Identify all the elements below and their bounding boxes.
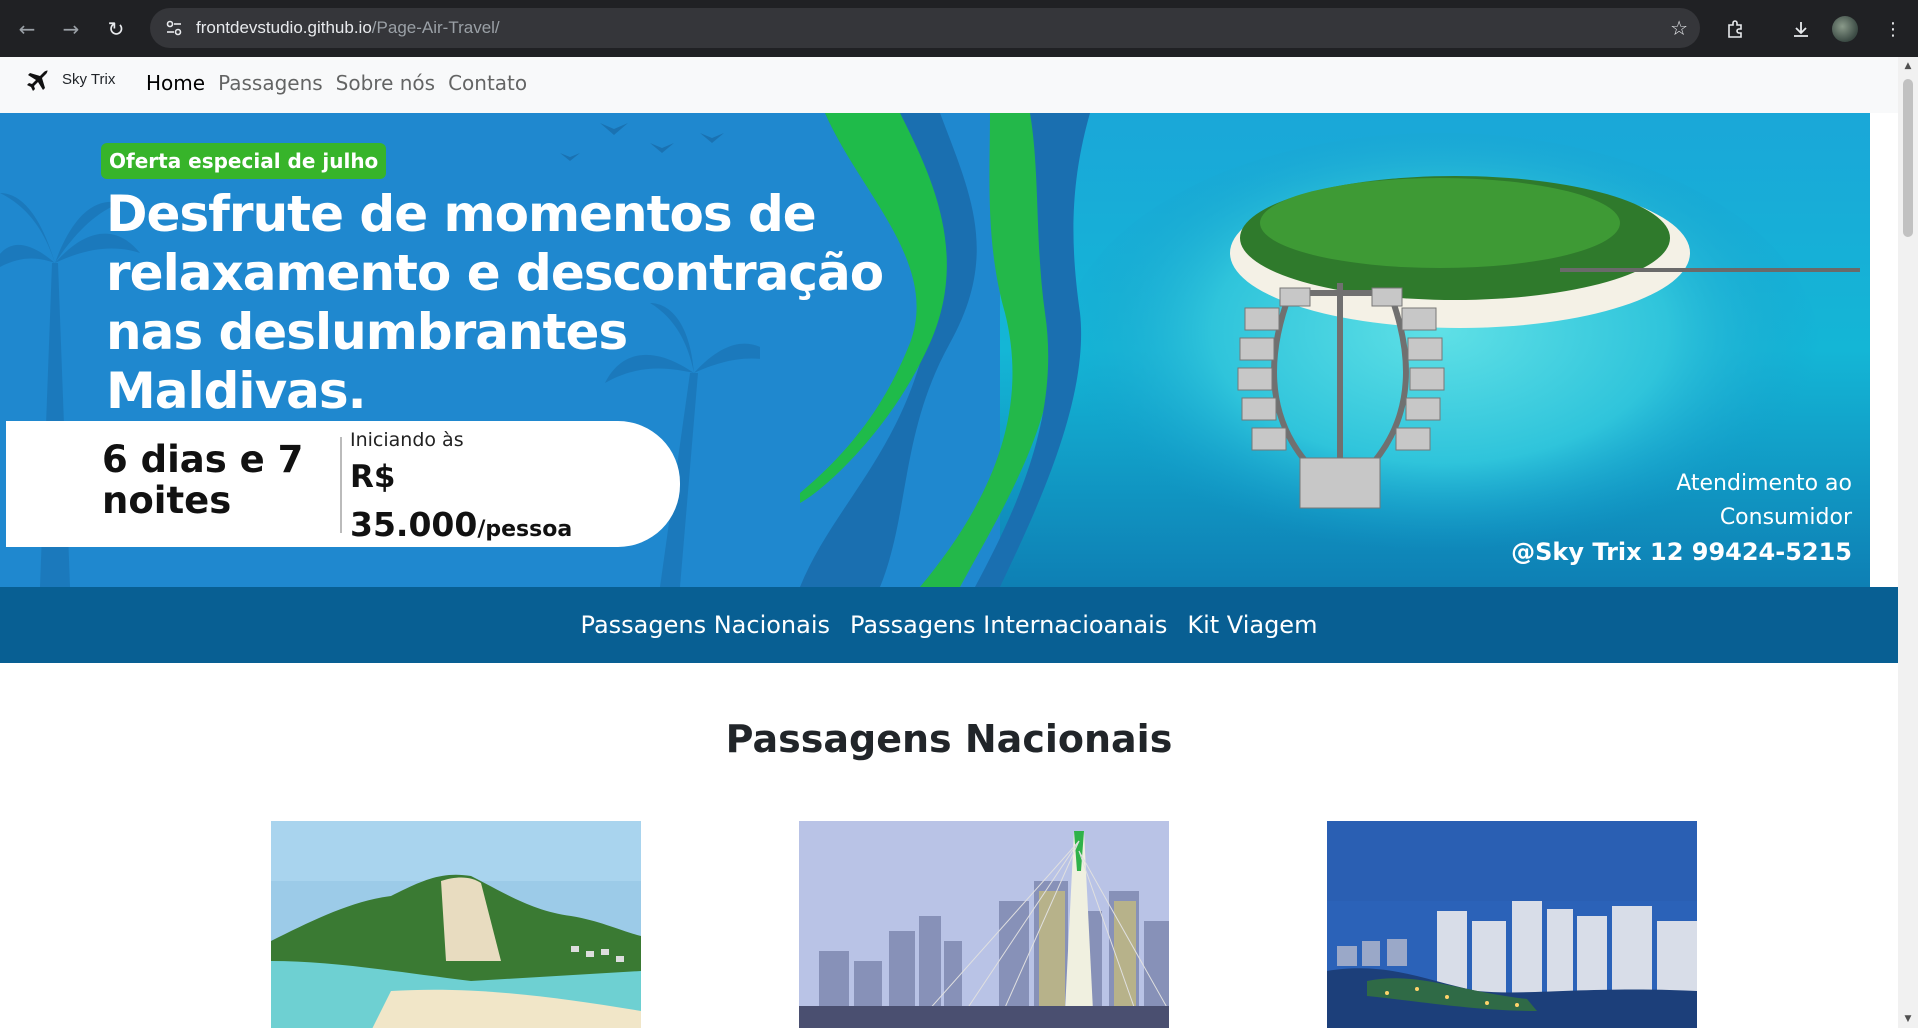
dune-beach-image [271, 821, 641, 1028]
contact-line-1: Atendimento ao [1676, 471, 1852, 496]
scroll-up-icon[interactable]: ▲ [1902, 61, 1914, 71]
brand[interactable]: Sky Trix [24, 67, 115, 95]
price-value: 35.000 [350, 505, 478, 544]
nav-contato[interactable]: Contato [448, 71, 527, 95]
destination-card-3[interactable] [1327, 821, 1697, 1028]
destination-card-1[interactable] [271, 821, 641, 1028]
address-bar[interactable]: frontdevstudio.github.io/Page-Air-Travel… [150, 8, 1700, 48]
sub-navigation: Passagens Nacionais Passagens Internacio… [0, 587, 1898, 663]
nav-links: Home Passagens Sobre nós Contato [146, 71, 527, 95]
url-host: frontdevstudio.github.io [196, 18, 372, 37]
section-title: Passagens Nacionais [725, 717, 1173, 761]
scroll-down-icon[interactable]: ▼ [1902, 1014, 1914, 1024]
brand-name: Sky Trix [62, 71, 116, 88]
currency-symbol: R$ [350, 459, 396, 495]
subnav-nacionais[interactable]: Passagens Nacionais [581, 611, 830, 639]
trip-duration: 6 dias e 7 noites [102, 438, 304, 522]
subnav-kit-viagem[interactable]: Kit Viagem [1187, 611, 1317, 639]
offer-badge: Oferta especial de julho [101, 143, 387, 179]
bookmark-star-icon[interactable]: ☆ [1670, 16, 1688, 40]
contact-handle: @Sky Trix 12 99424-5215 [1511, 538, 1852, 566]
contact-line-2: Consumidor [1719, 505, 1852, 530]
page-viewport: Sky Trix Home Passagens Sobre nós Contat… [0, 57, 1898, 1028]
price-card: 6 dias e 7 noites Iniciando às R$ 35.000… [6, 421, 680, 547]
cable-bridge-city-image [799, 821, 1169, 1028]
starting-label: Iniciando às [350, 429, 464, 451]
back-arrow-icon[interactable]: ← [10, 12, 44, 46]
nav-home[interactable]: Home [146, 71, 205, 95]
nav-sobre-nos[interactable]: Sobre nós [336, 71, 435, 95]
price-divider [340, 437, 342, 533]
airplane-icon [27, 70, 48, 91]
destination-card-2[interactable] [799, 821, 1169, 1028]
url-text[interactable]: frontdevstudio.github.io/Page-Air-Travel… [196, 18, 500, 38]
night-coastline-image [1327, 821, 1697, 1028]
download-icon[interactable] [1784, 12, 1818, 46]
price-per: /pessoa [477, 517, 573, 542]
hero-title: Desfrute de momentos de relaxamento e de… [106, 185, 884, 420]
extensions-icon[interactable] [1719, 12, 1753, 46]
reload-icon[interactable]: ↻ [99, 12, 133, 46]
top-navbar: Sky Trix Home Passagens Sobre nós Contat… [0, 57, 1898, 113]
site-info-icon[interactable] [162, 16, 186, 40]
scroll-thumb[interactable] [1903, 79, 1913, 237]
url-path: /Page-Air-Travel/ [371, 18, 500, 37]
profile-avatar[interactable] [1832, 16, 1858, 42]
subnav-internacionais[interactable]: Passagens Internacioanais [850, 611, 1167, 639]
page-scrollbar[interactable]: ▲ ▼ [1898, 57, 1918, 1028]
hero-banner[interactable]: Oferta especial de julho Desfrute de mom… [0, 113, 1870, 587]
customer-service: Atendimento ao Consumidor @Sky Trix 12 9… [1511, 467, 1852, 569]
forward-arrow-icon[interactable]: → [54, 12, 88, 46]
more-menu-icon[interactable]: ⋮ [1876, 12, 1910, 46]
browser-toolbar: ← → ↻ frontdevstudio.github.io/Page-Air-… [0, 0, 1918, 57]
nav-passagens[interactable]: Passagens [218, 71, 323, 95]
price-amount: 35.000/pessoa [350, 505, 572, 544]
